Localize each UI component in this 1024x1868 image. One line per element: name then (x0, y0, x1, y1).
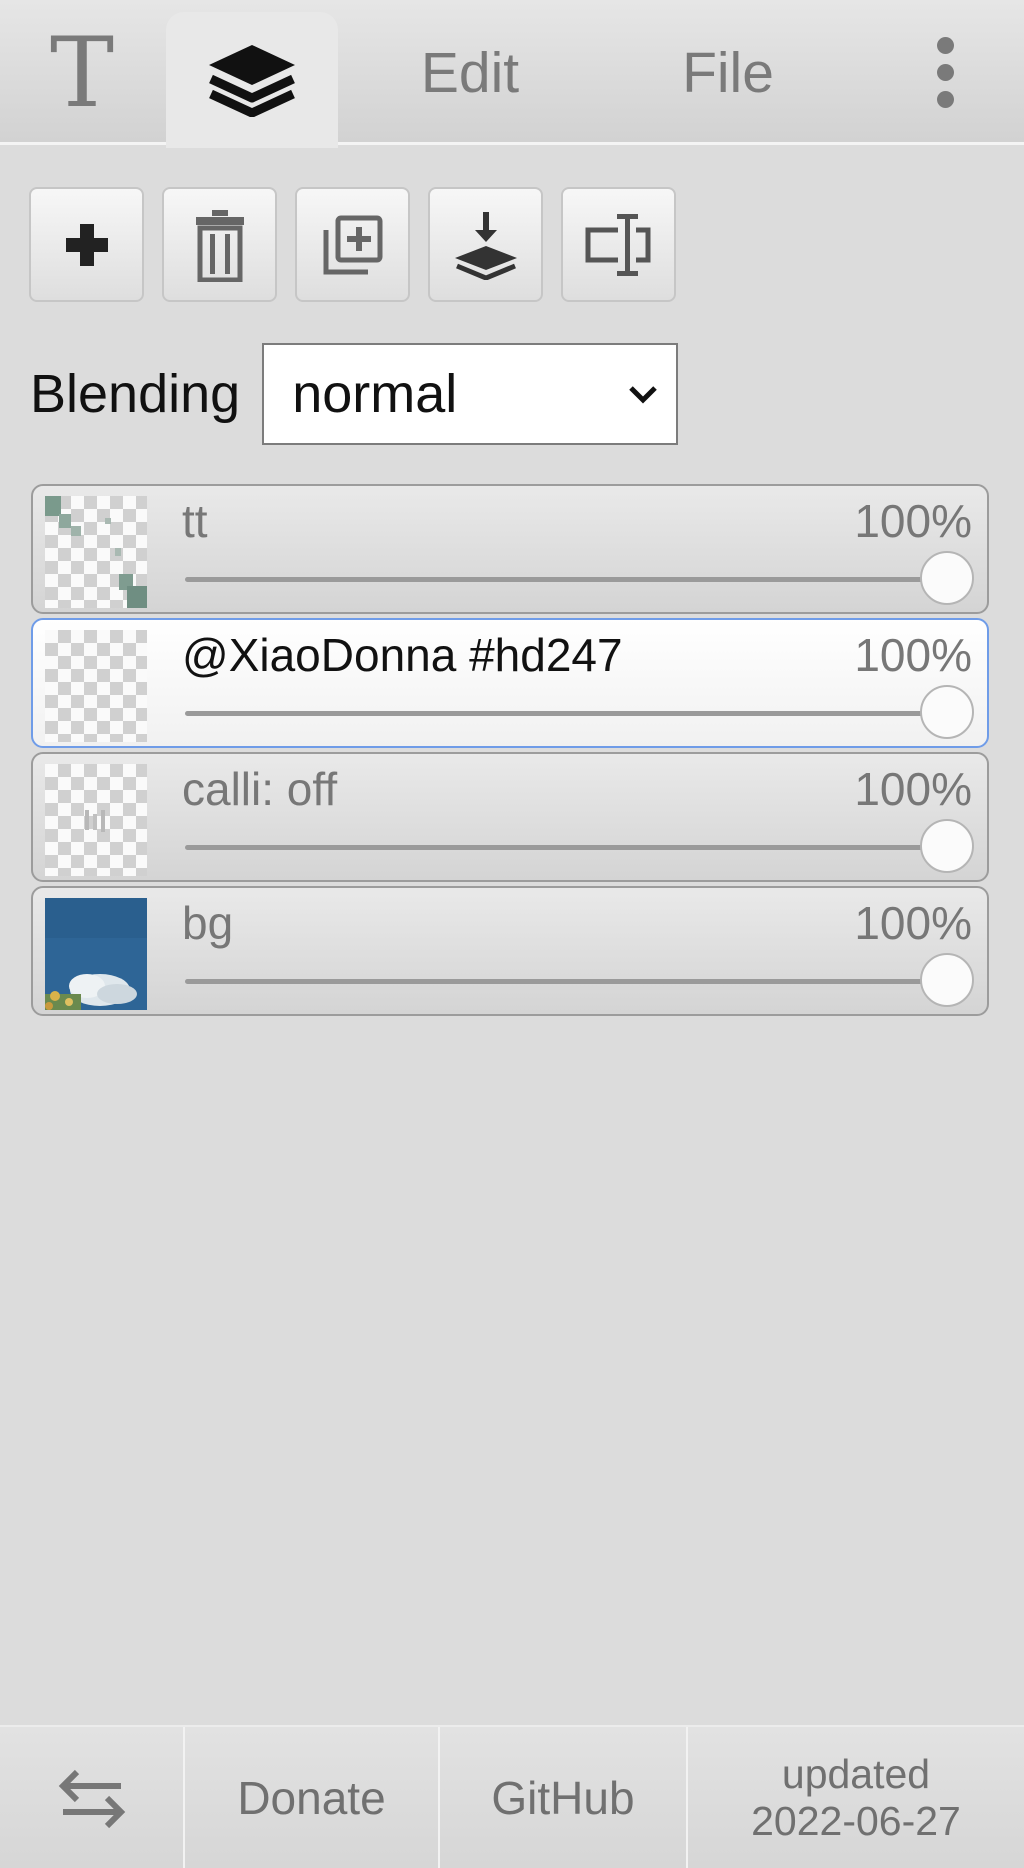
layer-item[interactable]: calli: off 100% (31, 752, 989, 882)
duplicate-icon (323, 215, 382, 274)
updated-date: 2022-06-27 (751, 1797, 961, 1844)
swap-arrows-icon (58, 1769, 125, 1828)
top-tab-bar: T Edit File (0, 0, 1024, 148)
layer-thumbnail (45, 630, 147, 742)
opacity-slider-track[interactable] (185, 979, 947, 984)
opacity-slider-thumb[interactable] (920, 551, 974, 605)
updated-label: updated (781, 1750, 931, 1797)
layer-list: tt 100% @XiaoDonna #hd247 100% calli: of… (31, 484, 989, 1020)
opacity-slider-thumb[interactable] (920, 953, 974, 1007)
opacity-slider-thumb[interactable] (920, 819, 974, 873)
chevron-down-icon (629, 386, 657, 404)
layer-thumbnail (45, 898, 147, 1010)
blending-select[interactable]: normal (262, 343, 679, 445)
more-vertical-icon (936, 32, 954, 113)
layer-item[interactable]: tt 100% (31, 484, 989, 614)
merge-down-button[interactable] (428, 187, 543, 302)
layer-name: calli: off (182, 763, 338, 815)
duplicate-layer-button[interactable] (295, 187, 410, 302)
blending-label: Blending (30, 364, 241, 424)
tab-text[interactable]: T (28, 0, 136, 145)
layer-opacity-value: 100% (854, 495, 972, 547)
rename-icon (585, 213, 650, 276)
more-menu-button[interactable] (900, 0, 990, 145)
opacity-slider-track[interactable] (185, 577, 947, 582)
add-layer-button[interactable] (29, 187, 144, 302)
delete-layer-button[interactable] (162, 187, 277, 302)
opacity-slider-track[interactable] (185, 711, 947, 716)
layer-name: bg (182, 897, 234, 949)
tab-edit[interactable]: Edit (395, 0, 545, 145)
tab-file[interactable]: File (653, 0, 803, 145)
updated-info: updated 2022-06-27 (688, 1727, 1024, 1868)
donate-link[interactable]: Donate (185, 1727, 440, 1868)
layer-toolbar (29, 187, 676, 302)
blending-row: Blending normal (30, 342, 679, 446)
layer-item[interactable]: bg 100% (31, 886, 989, 1016)
plus-icon (65, 223, 108, 266)
merge-down-icon (454, 211, 517, 280)
rename-layer-button[interactable] (561, 187, 676, 302)
layer-item-selected[interactable]: @XiaoDonna #hd247 100% (31, 618, 989, 748)
layer-name: @XiaoDonna #hd247 (182, 629, 623, 681)
tab-layers[interactable] (166, 12, 338, 148)
layer-thumbnail (45, 496, 147, 608)
layer-thumbnail (45, 764, 147, 876)
opacity-slider-thumb[interactable] (920, 685, 974, 739)
layer-opacity-value: 100% (854, 763, 972, 815)
layers-icon (209, 45, 295, 117)
blending-selected-value: normal (292, 364, 458, 424)
layer-opacity-value: 100% (854, 629, 972, 681)
layer-name: tt (182, 495, 208, 547)
trash-icon (195, 209, 244, 282)
text-tool-icon: T (49, 16, 115, 129)
footer-bar: Donate GitHub updated 2022-06-27 (0, 1725, 1024, 1868)
layer-opacity-value: 100% (854, 897, 972, 949)
opacity-slider-track[interactable] (185, 845, 947, 850)
swap-panel-button[interactable] (0, 1727, 185, 1868)
github-link[interactable]: GitHub (440, 1727, 688, 1868)
